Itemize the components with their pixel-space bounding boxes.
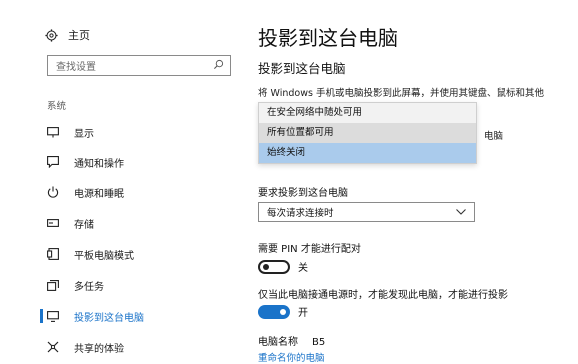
sidebar-item-label: 显示 [74, 128, 94, 140]
sidebar-item-storage[interactable]: 存储 [40, 211, 240, 235]
availability-option-selected[interactable]: 始终关闭 [259, 143, 476, 163]
toggle-knob [263, 263, 269, 270]
pin-label: 需要 PIN 才能进行配对 [258, 244, 361, 255]
sidebar-item-tablet-mode[interactable]: 平板电脑模式 [40, 242, 240, 266]
pc-name-label: 电脑名称 [258, 337, 298, 348]
section-title: 投影到这台电脑 [258, 61, 346, 76]
sidebar-item-label: 共享的体验 [74, 343, 124, 355]
description-text: 将 Windows 手机或电脑投影到此屏幕，并使用其键盘、鼠标和其他 [258, 88, 544, 99]
search-icon[interactable] [213, 59, 224, 73]
section-label: 系统 [47, 101, 67, 112]
sidebar-item-label: 通知和操作 [74, 158, 124, 170]
monitor-icon [46, 125, 60, 139]
description-text-tail: 电脑 [484, 131, 504, 142]
pin-toggle[interactable] [258, 259, 290, 274]
rename-pc-link[interactable]: 重命名你的电脑 [258, 350, 325, 364]
sidebar-item-display[interactable]: 显示 [40, 120, 240, 144]
pc-name-value: B5 [312, 337, 326, 348]
chevron-down-icon [456, 207, 466, 218]
message-icon [46, 155, 60, 169]
pin-toggle-state: 关 [298, 263, 308, 274]
multitask-icon [46, 278, 60, 292]
availability-option[interactable]: 所有位置都可用 [259, 123, 476, 143]
nav-home[interactable]: 主页 [44, 25, 90, 45]
nav-home-label: 主页 [68, 29, 90, 42]
sidebar: 主页 查找设置 系统 显示 通知和操作 电源和睡眠 存储 平板电脑模式 多任务 … [0, 0, 240, 363]
sidebar-item-power[interactable]: 电源和睡眠 [40, 180, 240, 204]
project-icon [46, 309, 60, 323]
power-label: 仅当此电脑接通电源时，才能发现此电脑，才能进行投影 [258, 290, 508, 301]
power-icon [46, 185, 60, 199]
sidebar-item-project-to-pc[interactable]: 投影到这台电脑 [40, 304, 240, 328]
sidebar-item-notifications[interactable]: 通知和操作 [40, 150, 240, 174]
ask-select-value: 每次请求连接时 [267, 208, 334, 219]
search-input[interactable]: 查找设置 [56, 58, 96, 73]
sidebar-item-label: 投影到这台电脑 [74, 312, 144, 324]
pc-name-row: 电脑名称 B5 [258, 333, 325, 348]
sidebar-item-label: 存储 [74, 219, 94, 231]
availability-dropdown-list[interactable]: 在安全网络中随处可用 所有位置都可用 始终关闭 [258, 102, 477, 164]
search-box[interactable]: 查找设置 [47, 55, 231, 76]
sidebar-item-label: 平板电脑模式 [74, 250, 134, 262]
page-title: 投影到这台电脑 [258, 26, 398, 50]
sidebar-item-label: 多任务 [74, 281, 104, 293]
power-toggle-state: 开 [298, 308, 308, 319]
ask-label: 要求投影到这台电脑 [258, 188, 348, 199]
gear-icon [44, 28, 58, 42]
sidebar-item-multitasking[interactable]: 多任务 [40, 273, 240, 297]
power-toggle-row: 开 [258, 304, 308, 319]
tablet-icon [46, 247, 60, 261]
storage-icon [46, 216, 60, 230]
share-icon [46, 340, 60, 354]
main-content: 投影到这台电脑 投影到这台电脑 将 Windows 手机或电脑投影到此屏幕，并使… [258, 0, 578, 364]
toggle-knob [280, 308, 286, 315]
power-toggle[interactable] [258, 304, 290, 319]
pin-toggle-row: 关 [258, 259, 308, 274]
availability-option[interactable]: 在安全网络中随处可用 [259, 103, 476, 123]
sidebar-item-label: 电源和睡眠 [74, 188, 124, 200]
sidebar-item-shared-experiences[interactable]: 共享的体验 [40, 335, 240, 359]
ask-select[interactable]: 每次请求连接时 [258, 202, 475, 222]
